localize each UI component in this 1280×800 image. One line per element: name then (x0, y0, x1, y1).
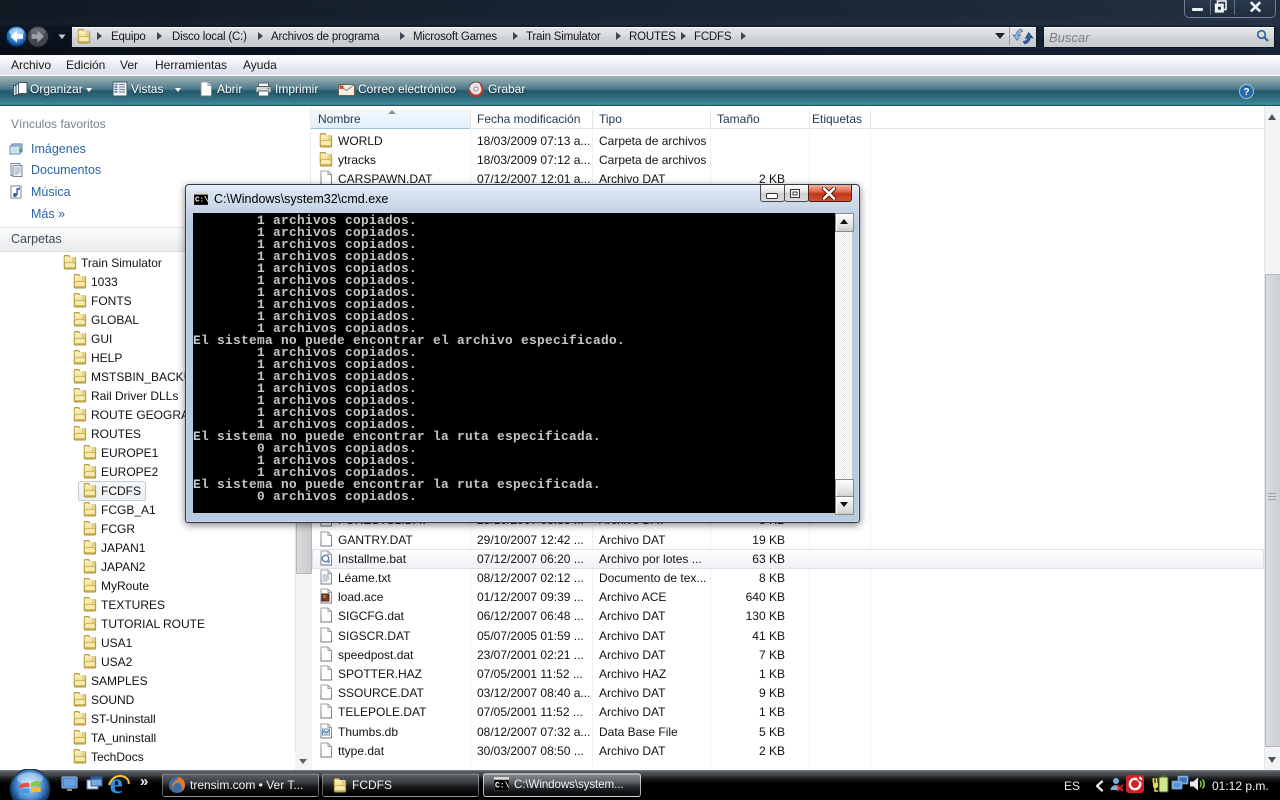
svg-text:C:\: C:\ (495, 781, 509, 790)
svg-text:C:\: C:\ (195, 197, 208, 205)
svg-text:?: ? (1243, 87, 1249, 98)
